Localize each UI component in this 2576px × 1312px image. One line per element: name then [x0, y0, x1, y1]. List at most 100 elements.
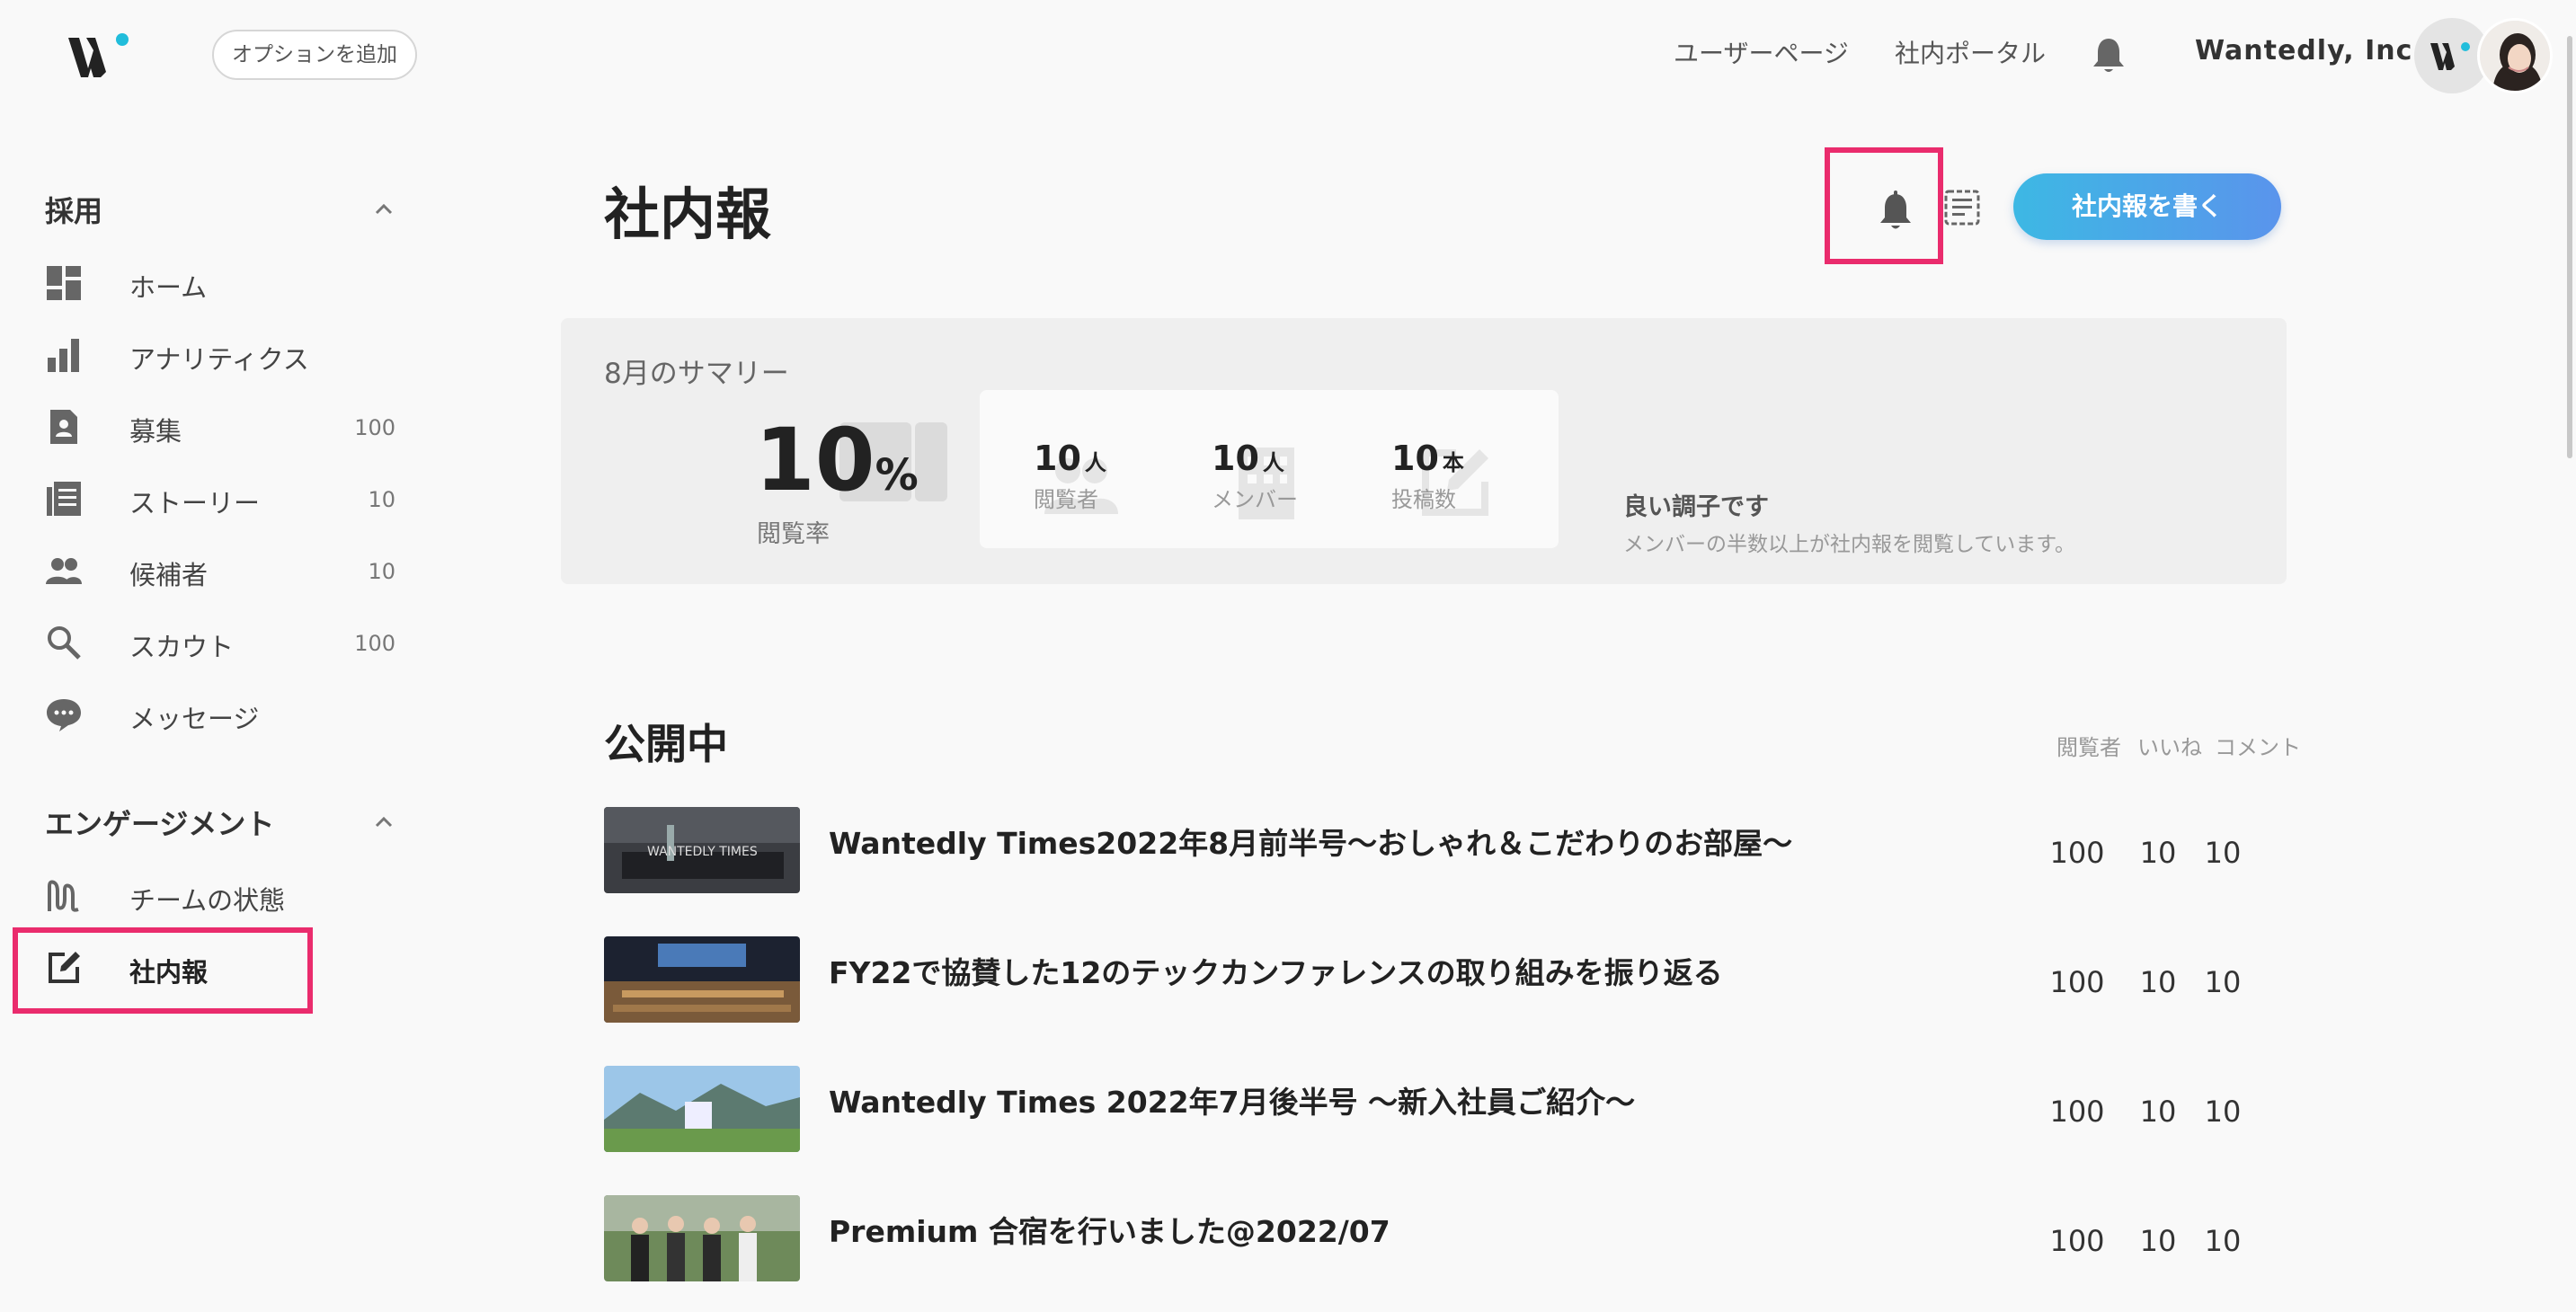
- svg-text:WANTEDLY TIMES: WANTEDLY TIMES: [647, 845, 758, 859]
- column-header-viewers: 閲覧者: [2056, 735, 2121, 760]
- sidebar-section-recruiting[interactable]: 採用: [45, 189, 102, 230]
- post-row[interactable]: WANTEDLY TIMES Wantedly Times2022年8月前半号〜…: [604, 807, 2312, 897]
- write-newsletter-button[interactable]: 社内報を書く: [2013, 173, 2281, 240]
- sidebar-section-engagement[interactable]: エンゲージメント: [45, 802, 274, 843]
- chat-bubble-icon: [47, 699, 81, 731]
- post-thumbnail[interactable]: [604, 936, 800, 1023]
- post-title[interactable]: Wantedly Times2022年8月前半号〜おしゃれ＆こだわりのお部屋〜: [829, 820, 1792, 863]
- sidebar-item-label: メッセージ: [129, 704, 260, 734]
- user-photo-icon: [2480, 21, 2550, 91]
- chevron-up-icon[interactable]: [372, 198, 395, 221]
- view-rate-label: 閲覧率: [757, 520, 830, 548]
- search-icon: [48, 626, 81, 660]
- stat-label: 投稿数: [1391, 487, 1456, 512]
- post-thumbnail[interactable]: [604, 1195, 800, 1281]
- article-icon: [47, 482, 81, 516]
- sidebar-item-label: 候補者: [129, 560, 209, 590]
- sidebar-item-label: ストーリー: [129, 488, 261, 519]
- group-photo-icon: [604, 1195, 800, 1281]
- post-thumbnail[interactable]: [604, 1066, 800, 1152]
- sidebar-item-stories[interactable]: ストーリー 10: [40, 469, 408, 528]
- sidebar-item-count: 100: [354, 631, 395, 656]
- scrollbar[interactable]: [2567, 36, 2572, 458]
- post-title[interactable]: FY22で協賛した12のテックカンファレンスの取り組みを振り返る: [829, 949, 1723, 992]
- post-row[interactable]: Premium 合宿を行いました@2022/07 100 10 10: [604, 1195, 2312, 1285]
- stat-viewers: 10 人 閲覧者: [1034, 439, 1106, 513]
- summary-title: 8月のサマリー: [604, 358, 789, 390]
- notification-bell-icon[interactable]: [2091, 36, 2127, 75]
- stat-label: 閲覧者: [1034, 487, 1098, 512]
- post-title[interactable]: Premium 合宿を行いました@2022/07: [829, 1208, 1390, 1251]
- wantedly-logo-icon[interactable]: [67, 32, 131, 81]
- view-rate-value: 10: [755, 410, 875, 510]
- post-likes: 10: [2139, 965, 2177, 999]
- sidebar-item-scout[interactable]: スカウト 100: [40, 613, 408, 672]
- stat-unit: 本: [1442, 450, 1464, 475]
- landscape-photo-icon: [604, 1066, 800, 1152]
- sidebar-item-team-status[interactable]: チームの状態: [40, 866, 408, 926]
- sidebar-item-count: 10: [368, 559, 395, 584]
- published-section-title: 公開中: [604, 720, 728, 768]
- sidebar-item-home[interactable]: ホーム: [40, 253, 408, 313]
- user-page-link[interactable]: ユーザーページ: [1674, 34, 1849, 70]
- sidebar-item-label: スカウト: [129, 632, 235, 662]
- post-title[interactable]: Wantedly Times 2022年7月後半号 〜新入社員ご紹介〜: [829, 1078, 1635, 1121]
- room-photo-icon: WANTEDLY TIMES: [604, 807, 800, 893]
- sidebar-item-messages[interactable]: メッセージ: [40, 685, 408, 744]
- post-likes: 10: [2139, 1095, 2177, 1129]
- dashboard-icon: [47, 266, 81, 300]
- post-viewers: 100: [2049, 1095, 2105, 1129]
- bar-chart-icon: [48, 339, 79, 372]
- stat-value: 10: [1034, 439, 1081, 478]
- sidebar-item-label: チームの状態: [129, 885, 286, 916]
- view-rate: 10%: [755, 410, 919, 510]
- post-comments: 10: [2204, 965, 2242, 999]
- user-avatar: [2477, 18, 2553, 93]
- stat-unit: 人: [1084, 450, 1106, 475]
- sidebar-item-label: 募集: [129, 416, 182, 447]
- account-avatars[interactable]: [2414, 18, 2553, 93]
- post-comments: 10: [2204, 836, 2242, 870]
- add-option-button[interactable]: オプションを追加: [212, 30, 417, 80]
- monthly-summary-card: 8月のサマリー 10% 閲覧率 10 人 閲覧者 10 人 メンバー 10 本 …: [561, 318, 2287, 584]
- post-row[interactable]: Wantedly Times 2022年7月後半号 〜新入社員ご紹介〜 100 …: [604, 1066, 2312, 1156]
- highlight-box-bell: [1825, 147, 1943, 264]
- conference-photo-icon: [604, 936, 800, 1023]
- company-name[interactable]: Wantedly, Inc.: [2195, 35, 2424, 66]
- sidebar-item-label: アナリティクス: [129, 344, 309, 375]
- post-likes: 10: [2139, 836, 2177, 870]
- status-description: メンバーの半数以上が社内報を閲覧しています。: [1623, 533, 2076, 556]
- wave-icon: [48, 880, 79, 912]
- stat-unit: 人: [1262, 450, 1284, 475]
- view-rate-unit: %: [875, 450, 919, 501]
- post-thumbnail[interactable]: WANTEDLY TIMES: [604, 807, 800, 893]
- sidebar-item-analytics[interactable]: アナリティクス: [40, 325, 408, 385]
- column-header-likes: いいね: [2137, 735, 2202, 760]
- post-viewers: 100: [2049, 1224, 2105, 1258]
- column-header-comments: コメント: [2215, 735, 2301, 760]
- post-comments: 10: [2204, 1224, 2242, 1258]
- stat-posts: 10 本 投稿数: [1391, 439, 1464, 513]
- sidebar-item-count: 10: [368, 487, 395, 512]
- page-title: 社内報: [604, 182, 772, 247]
- post-comments: 10: [2204, 1095, 2242, 1129]
- sidebar-item-jobs[interactable]: 募集 100: [40, 397, 408, 457]
- internal-portal-link[interactable]: 社内ポータル: [1895, 34, 2046, 70]
- post-likes: 10: [2139, 1224, 2177, 1258]
- chevron-up-icon[interactable]: [372, 811, 395, 834]
- stat-label: メンバー: [1212, 487, 1298, 512]
- post-row[interactable]: FY22で協賛した12のテックカンファレンスの取り組みを振り返る 100 10 …: [604, 936, 2312, 1026]
- sidebar-item-label: ホーム: [129, 272, 208, 303]
- people-icon: [46, 558, 82, 584]
- stat-members: 10 人 メンバー: [1212, 439, 1298, 513]
- status-title: 良い調子です: [1623, 493, 1769, 521]
- sidebar-item-candidates[interactable]: 候補者 10: [40, 541, 408, 600]
- post-viewers: 100: [2049, 836, 2105, 870]
- document-person-icon: [50, 410, 77, 444]
- summary-stats: 10 人 閲覧者 10 人 メンバー 10 本 投稿数: [980, 390, 1559, 548]
- stat-value: 10: [1391, 439, 1439, 478]
- sidebar-item-count: 100: [354, 415, 395, 440]
- layout-settings-icon[interactable]: [1943, 189, 1981, 226]
- stat-value: 10: [1212, 439, 1259, 478]
- highlight-box-sidebar: [13, 927, 313, 1014]
